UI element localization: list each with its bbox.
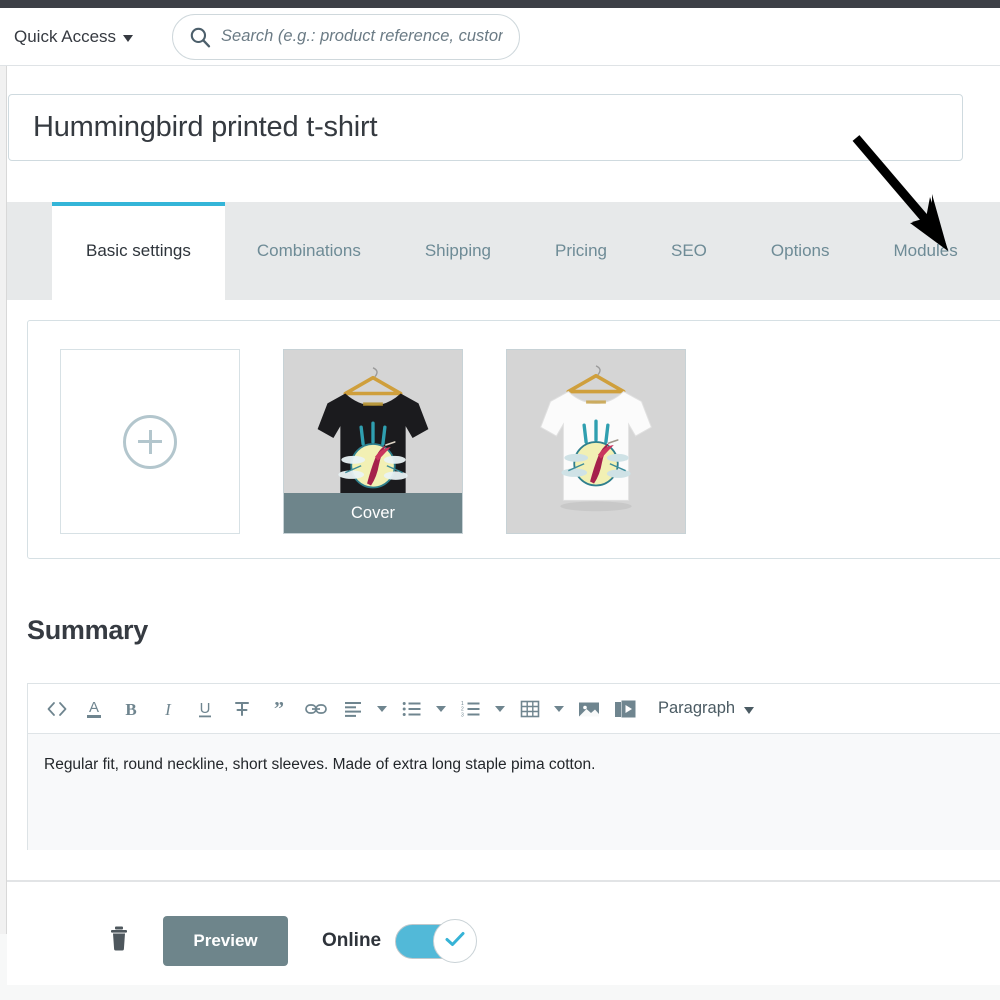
numbered-list-icon[interactable]: 1 2 3 [452,691,489,727]
search-icon [189,26,211,48]
app-header: Quick Access [0,8,1000,66]
source-code-icon[interactable] [38,691,75,727]
tab-combinations[interactable]: Combinations [225,202,393,300]
tab-label: Combinations [257,241,361,261]
trash-icon [106,924,132,959]
svg-text:”: ” [274,699,284,719]
blockquote-icon[interactable]: ” [260,691,297,727]
table-icon[interactable] [511,691,548,727]
quick-access-menu[interactable]: Quick Access [14,27,133,47]
bullet-list-icon[interactable] [393,691,430,727]
basic-settings-panel: Cover [7,300,1000,880]
add-image-tile[interactable] [60,349,240,534]
tab-options[interactable]: Options [739,202,862,300]
summary-text: Regular fit, round neckline, short sleev… [44,756,595,773]
numbered-list-dropdown-caret[interactable] [489,691,511,727]
search-input[interactable] [221,27,503,46]
video-icon[interactable] [607,691,644,727]
svg-text:B: B [125,700,136,719]
summary-editor: A B I U [27,683,1000,850]
top-system-bar [0,0,1000,8]
summary-heading: Summary [27,615,148,646]
cover-badge: Cover [284,493,462,533]
product-image-list: Cover [28,321,1000,534]
preview-button[interactable]: Preview [163,916,288,966]
tab-label: Basic settings [86,241,191,261]
product-tab-bar: Basic settings Combinations Shipping Pri… [7,202,1000,300]
toggle-knob [433,919,477,963]
chevron-down-icon [554,706,564,712]
tab-label: Pricing [555,241,607,261]
search-box[interactable] [172,14,520,60]
paragraph-format-value: Paragraph [658,699,735,718]
align-dropdown-caret[interactable] [371,691,393,727]
delete-product-button[interactable] [97,919,141,963]
product-image-tile-2[interactable] [506,349,686,534]
summary-editor-body[interactable]: Regular fit, round neckline, short sleev… [28,734,1000,850]
tab-basic-settings[interactable]: Basic settings [52,202,225,300]
tab-label: SEO [671,241,707,261]
product-name-field[interactable]: Hummingbird printed t-shirt [8,94,963,161]
svg-text:A: A [88,699,98,716]
italic-icon[interactable]: I [149,691,186,727]
product-name-value: Hummingbird printed t-shirt [33,111,377,144]
align-left-icon[interactable] [334,691,371,727]
strikethrough-icon[interactable] [223,691,260,727]
product-images-card: Cover [27,320,1000,559]
tab-modules[interactable]: Modules [861,202,989,300]
bold-icon[interactable]: B [112,691,149,727]
tab-pricing[interactable]: Pricing [523,202,639,300]
bullet-list-dropdown-caret[interactable] [430,691,452,727]
product-image-tile-cover[interactable]: Cover [283,349,463,534]
chevron-down-icon [744,707,754,714]
paragraph-format-select[interactable]: Paragraph [658,699,754,718]
chevron-down-icon [495,706,505,712]
product-footer-toolbar: Preview Online [7,882,1000,1000]
window-bottom-edge [0,985,1000,1000]
tab-seo[interactable]: SEO [639,202,739,300]
online-toggle[interactable] [395,921,477,961]
link-icon[interactable] [297,691,334,727]
product-title-zone: Hummingbird printed t-shirt [7,66,1000,202]
tab-label: Options [771,241,830,261]
chevron-down-icon [123,35,133,42]
tab-shipping[interactable]: Shipping [393,202,523,300]
text-color-icon[interactable]: A [75,691,112,727]
editor-toolbar: A B I U [28,684,1000,734]
chevron-down-icon [436,706,446,712]
image-icon[interactable] [570,691,607,727]
svg-text:3: 3 [461,712,464,718]
tab-list: Basic settings Combinations Shipping Pri… [7,202,1000,300]
left-sidebar-rail [0,66,7,934]
svg-text:I: I [164,700,172,719]
table-dropdown-caret[interactable] [548,691,570,727]
quick-access-label: Quick Access [14,27,116,47]
plus-circle-icon [123,415,177,469]
svg-text:U: U [199,700,210,717]
check-icon [443,929,467,954]
tab-label: Shipping [425,241,491,261]
underline-icon[interactable]: U [186,691,223,727]
tab-label: Modules [893,241,957,261]
chevron-down-icon [377,706,387,712]
online-label: Online [322,930,381,952]
